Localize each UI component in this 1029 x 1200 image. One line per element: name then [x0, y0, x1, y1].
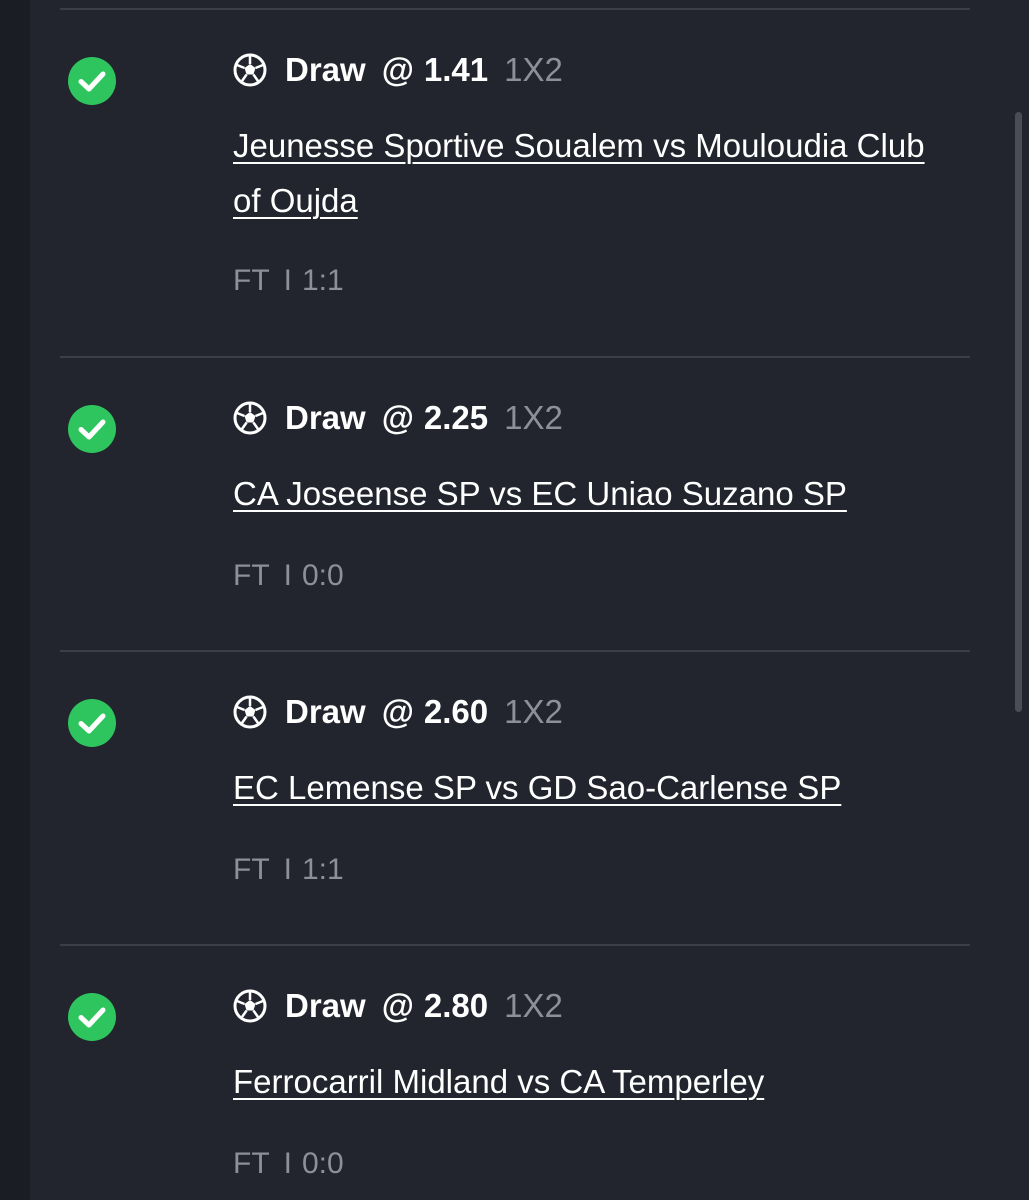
match-link[interactable]: EC Lemense SP vs GD Sao-Carlense SP	[233, 760, 953, 815]
at-symbol: @	[381, 987, 414, 1024]
result-separator: I	[283, 853, 292, 886]
bet-pick: Draw	[285, 693, 366, 730]
bet-header: Draw @ 2.25 1X2	[233, 398, 563, 438]
match-result: FT I 0:0	[233, 1147, 344, 1181]
check-circle-icon	[68, 405, 116, 453]
bet-odds: 2.80	[423, 987, 489, 1024]
match-score: 1:1	[302, 264, 344, 297]
result-separator: I	[283, 1147, 292, 1180]
match-result: FT I 1:1	[233, 264, 344, 298]
match-status: FT	[233, 853, 270, 886]
bet-pick: Draw	[285, 399, 366, 436]
match-status: FT	[233, 264, 270, 297]
soccer-ball-icon	[233, 695, 267, 729]
match-result: FT I 0:0	[233, 559, 344, 593]
divider	[60, 650, 970, 652]
match-link[interactable]: Jeunesse Sportive Soualem vs Mouloudia C…	[233, 118, 953, 228]
match-status: FT	[233, 559, 270, 592]
divider	[60, 944, 970, 946]
soccer-ball-icon	[233, 401, 267, 435]
result-separator: I	[283, 559, 292, 592]
at-symbol: @	[381, 51, 414, 88]
check-circle-icon	[68, 699, 116, 747]
soccer-ball-icon	[233, 53, 267, 87]
check-circle-icon	[68, 57, 116, 105]
at-symbol: @	[381, 399, 414, 436]
soccer-ball-icon	[233, 989, 267, 1023]
match-status: FT	[233, 1147, 270, 1180]
bet-market: 1X2	[504, 693, 563, 730]
bet-odds: 2.60	[423, 693, 489, 730]
divider	[60, 356, 970, 358]
divider	[60, 8, 970, 10]
scrollbar-thumb[interactable]	[1015, 112, 1022, 712]
bet-odds: 1.41	[423, 51, 489, 88]
bet-market: 1X2	[504, 987, 563, 1024]
match-score: 0:0	[302, 559, 344, 592]
match-result: FT I 1:1	[233, 853, 344, 887]
match-link[interactable]: Ferrocarril Midland vs CA Temperley	[233, 1054, 953, 1109]
bet-market: 1X2	[504, 51, 563, 88]
bet-pick: Draw	[285, 51, 366, 88]
match-score: 0:0	[302, 1147, 344, 1180]
bet-pick: Draw	[285, 987, 366, 1024]
bet-header: Draw @ 2.80 1X2	[233, 986, 563, 1026]
bet-header: Draw @ 2.60 1X2	[233, 692, 563, 732]
bet-odds: 2.25	[423, 399, 489, 436]
bet-market: 1X2	[504, 399, 563, 436]
match-score: 1:1	[302, 853, 344, 886]
bet-header: Draw @ 1.41 1X2	[233, 50, 563, 90]
match-link[interactable]: CA Joseense SP vs EC Uniao Suzano SP	[233, 466, 953, 521]
at-symbol: @	[381, 693, 414, 730]
check-circle-icon	[68, 993, 116, 1041]
result-separator: I	[283, 264, 292, 297]
